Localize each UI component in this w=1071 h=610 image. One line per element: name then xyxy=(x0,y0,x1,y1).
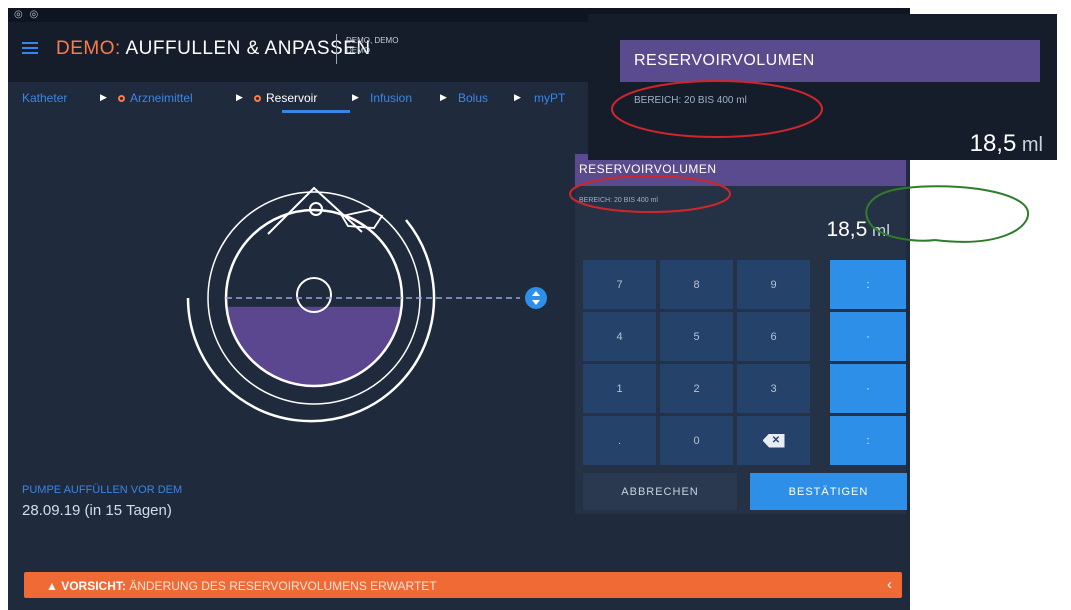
key-side-4[interactable]: : xyxy=(830,416,906,465)
key-label: 4 xyxy=(616,330,623,343)
key-label: · xyxy=(866,382,870,395)
key-label: 3 xyxy=(770,382,777,395)
backspace-icon: ✕ xyxy=(762,433,785,448)
keypad-panel: RESERVOIRVOLUMEN BEREICH: 20 BIS 400 ml … xyxy=(575,154,907,514)
warning-prefix: VORSICHT: xyxy=(61,579,126,593)
key-label: 1 xyxy=(616,382,623,395)
key-label: 0 xyxy=(693,434,700,447)
key-side-2[interactable]: · xyxy=(830,312,906,361)
zoom-volume-number: 18,5 xyxy=(969,130,1017,157)
level-handle[interactable] xyxy=(525,287,547,309)
key-3[interactable]: 3 xyxy=(737,364,810,413)
warning-triangle-icon: ▲ xyxy=(46,579,62,593)
volume-unit: ml xyxy=(867,221,890,240)
key-9[interactable]: 9 xyxy=(737,260,810,309)
key-0[interactable]: 0 xyxy=(660,416,733,465)
key-5[interactable]: 5 xyxy=(660,312,733,361)
confirm-button[interactable]: BESTÄTIGEN xyxy=(750,473,907,510)
zoom-range-text: BEREICH: 20 BIS 400 ml xyxy=(634,95,747,106)
key-8[interactable]: 8 xyxy=(660,260,733,309)
warning-text: ▲ VORSICHT: ÄNDERUNG DES RESERVOIRVOLUME… xyxy=(46,579,437,593)
key-7[interactable]: 7 xyxy=(583,260,656,309)
zoom-volume-unit: ml xyxy=(1016,134,1043,156)
key-2[interactable]: 2 xyxy=(660,364,733,413)
refill-date: 28.09.19 (in 15 Tagen) xyxy=(22,502,172,519)
key-1[interactable]: 1 xyxy=(583,364,656,413)
zoom-inset: RESERVOIRVOLUMEN BEREICH: 20 BIS 400 ml … xyxy=(588,14,1057,160)
volume-number: 18,5 xyxy=(826,218,868,241)
keypad-panel-title: RESERVOIRVOLUMEN xyxy=(579,162,717,176)
key-label: · xyxy=(866,330,870,343)
cancel-button[interactable]: ABBRECHEN xyxy=(583,473,737,510)
key-decimal[interactable]: . xyxy=(583,416,656,465)
key-6[interactable]: 6 xyxy=(737,312,810,361)
key-label: 5 xyxy=(693,330,700,343)
zoom-header: RESERVOIRVOLUMEN xyxy=(620,40,1040,82)
key-label: 2 xyxy=(693,382,700,395)
key-label: : xyxy=(866,434,870,447)
key-label: 7 xyxy=(616,278,623,291)
key-4[interactable]: 4 xyxy=(583,312,656,361)
zoom-volume-value: 18,5 ml xyxy=(970,130,1043,158)
refill-label: PUMPE AUFFÜLLEN VOR DEM xyxy=(22,484,183,496)
warning-message: ÄNDERUNG DES RESERVOIRVOLUMENS ERWARTET xyxy=(125,579,437,593)
volume-value: 18,5 ml xyxy=(826,218,890,242)
zoom-title: RESERVOIRVOLUMEN xyxy=(634,52,815,69)
key-side-1[interactable]: : xyxy=(830,260,906,309)
key-label: : xyxy=(866,278,870,291)
key-side-3[interactable]: · xyxy=(830,364,906,413)
key-label: 9 xyxy=(770,278,777,291)
key-label: . xyxy=(617,434,622,447)
range-text: BEREICH: 20 BIS 400 ml xyxy=(579,197,658,204)
key-label: 8 xyxy=(693,278,700,291)
key-label: 6 xyxy=(770,330,777,343)
key-backspace[interactable]: ✕ xyxy=(737,416,810,465)
chevron-left-icon[interactable]: ‹ xyxy=(887,576,892,593)
warning-banner[interactable]: ▲ VORSICHT: ÄNDERUNG DES RESERVOIRVOLUME… xyxy=(24,572,902,598)
